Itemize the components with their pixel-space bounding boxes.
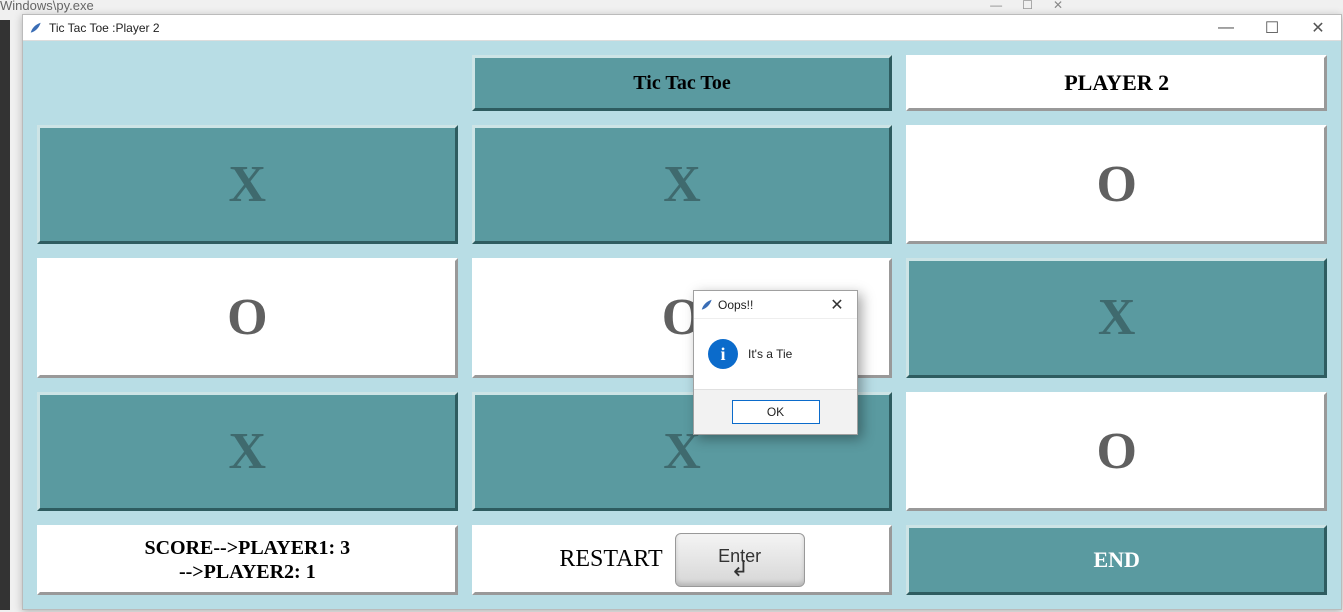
restart-panel[interactable]: RESTART Enter ↲ <box>472 525 893 595</box>
enter-key-icon: Enter ↲ <box>675 533 805 587</box>
end-button[interactable]: END <box>906 525 1327 595</box>
cell-mark: O <box>227 288 267 347</box>
board-cell-5[interactable]: X <box>906 258 1327 377</box>
messagebox-title: Oops!! <box>718 298 753 312</box>
ok-button[interactable]: OK <box>732 400 820 424</box>
score-line-2: -->PLAYER2: 1 <box>144 560 350 584</box>
messagebox: Oops!! ✕ i It's a Tie OK <box>693 290 858 435</box>
board-cell-0[interactable]: X <box>37 125 458 244</box>
board-cell-3[interactable]: O <box>37 258 458 377</box>
cell-mark: X <box>229 155 267 214</box>
cell-mark: X <box>663 155 701 214</box>
messagebox-close-button[interactable]: ✕ <box>823 293 851 317</box>
titlebar: Tic Tac Toe :Player 2 — ☐ ✕ <box>23 15 1341 41</box>
messagebox-titlebar: Oops!! ✕ <box>694 291 857 319</box>
cell-mark: X <box>229 422 267 481</box>
background-window-controls: —☐✕ <box>990 0 1063 12</box>
minimize-button[interactable]: — <box>1203 15 1249 41</box>
score-line-1: SCORE-->PLAYER1: 3 <box>144 536 350 560</box>
app-window: Tic Tac Toe :Player 2 — ☐ ✕ Tic Tac Toe … <box>22 14 1342 610</box>
maximize-button[interactable]: ☐ <box>1249 15 1295 41</box>
messagebox-icon <box>700 298 714 312</box>
close-button[interactable]: ✕ <box>1295 15 1341 41</box>
end-label: END <box>1093 547 1139 573</box>
editor-gutter <box>0 20 10 610</box>
enter-arrow-icon: ↲ <box>730 563 748 574</box>
board-cell-8[interactable]: O <box>906 392 1327 511</box>
game-title-label: Tic Tac Toe <box>633 72 730 95</box>
game-title-panel: Tic Tac Toe <box>472 55 893 111</box>
window-title: Tic Tac Toe :Player 2 <box>49 21 160 35</box>
info-icon: i <box>708 339 738 369</box>
messagebox-message: It's a Tie <box>748 347 792 361</box>
player-panel: PLAYER 2 <box>906 55 1327 111</box>
board-cell-2[interactable]: O <box>906 125 1327 244</box>
header-spacer <box>37 55 458 111</box>
score-panel: SCORE-->PLAYER1: 3 -->PLAYER2: 1 <box>37 525 458 595</box>
cell-mark: O <box>1096 422 1136 481</box>
board-cell-6[interactable]: X <box>37 392 458 511</box>
cell-mark: O <box>1096 155 1136 214</box>
background-path-text: Windows\py.exe <box>0 0 94 13</box>
app-icon <box>29 21 43 35</box>
restart-label: RESTART <box>559 546 662 573</box>
cell-mark: X <box>1098 288 1136 347</box>
board-cell-1[interactable]: X <box>472 125 893 244</box>
player-label: PLAYER 2 <box>1064 70 1169 96</box>
